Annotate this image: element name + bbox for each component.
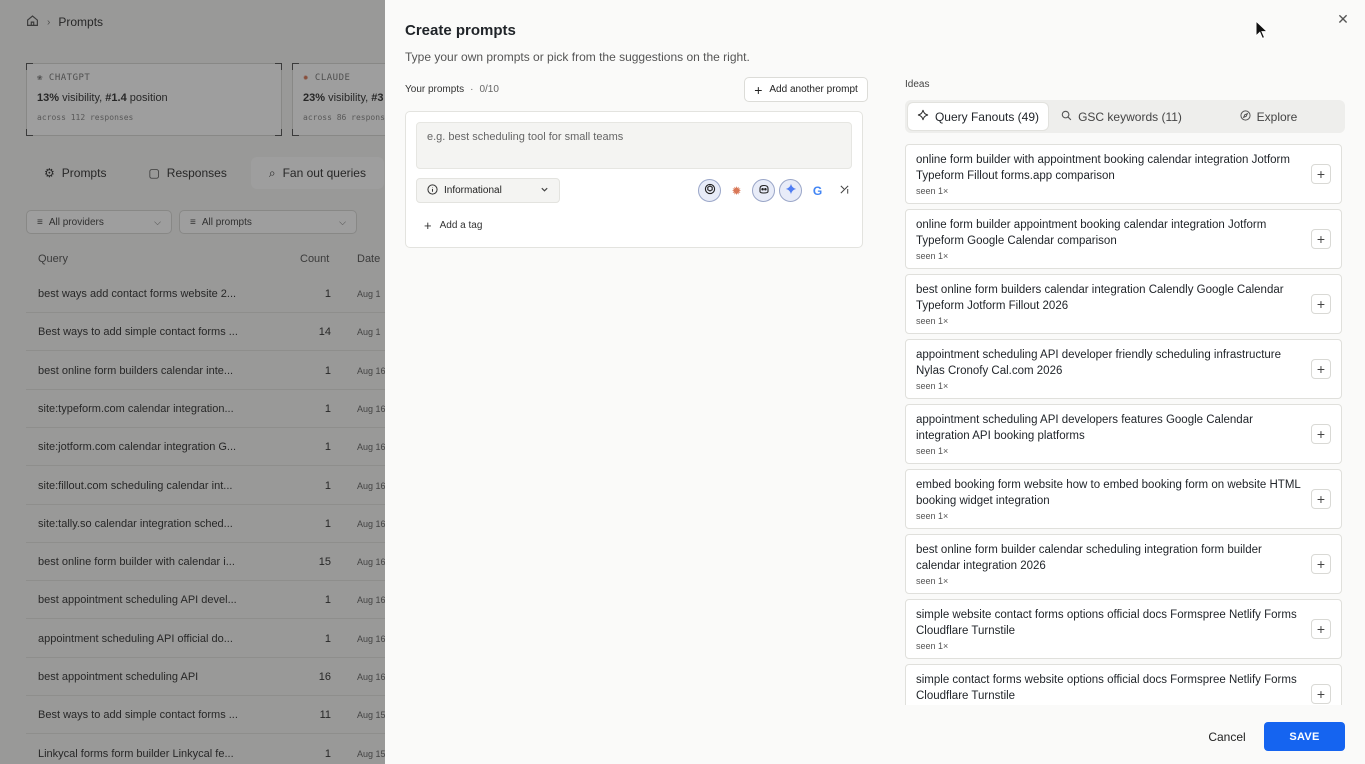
idea-card: simple contact forms website options off…: [905, 664, 1342, 705]
plus-icon: +: [1316, 296, 1326, 312]
tab-gsc-keywords[interactable]: GSC keywords (11): [1048, 103, 1195, 130]
add-another-prompt-button[interactable]: + Add another prompt: [744, 77, 868, 102]
drawer-title: Create prompts: [405, 22, 516, 39]
add-idea-button[interactable]: +: [1311, 424, 1331, 444]
idea-text: embed booking form website how to embed …: [916, 479, 1301, 507]
idea-text: simple website contact forms options off…: [916, 609, 1297, 637]
search-icon: [1061, 110, 1072, 124]
mouse-cursor-icon: [1255, 20, 1269, 40]
idea-card: online form builder with appointment boo…: [905, 144, 1342, 204]
grok-icon: [839, 184, 850, 198]
prompt-input[interactable]: [416, 122, 852, 169]
add-idea-button[interactable]: +: [1311, 229, 1331, 249]
add-idea-button[interactable]: +: [1311, 359, 1331, 379]
add-tag-button[interactable]: + Add a tag: [424, 218, 482, 233]
idea-text: best online form builder calendar schedu…: [916, 544, 1262, 572]
plus-icon: +: [1316, 686, 1326, 702]
idea-text: online form builder appointment booking …: [916, 219, 1267, 247]
idea-card: simple website contact forms options off…: [905, 599, 1342, 659]
provider-toggle-google[interactable]: G: [806, 179, 829, 202]
intent-select[interactable]: Informational: [416, 178, 560, 203]
idea-seen-count: seen 1×: [916, 316, 949, 326]
plus-icon: +: [1316, 556, 1326, 572]
chevron-down-icon: [540, 185, 549, 197]
idea-text: simple contact forms website options off…: [916, 674, 1297, 702]
sparkle-icon: [917, 109, 929, 124]
chatgpt-icon: [704, 183, 716, 198]
add-idea-button[interactable]: +: [1311, 294, 1331, 314]
create-prompts-drawer: ✕ Create prompts Type your own prompts o…: [385, 0, 1365, 764]
ideas-label: Ideas: [905, 79, 930, 90]
prompt-card: Informational ✹ G: [405, 111, 863, 248]
idea-card: appointment scheduling API developer fri…: [905, 339, 1342, 399]
provider-toggle-chatgpt[interactable]: [698, 179, 721, 202]
add-idea-button[interactable]: +: [1311, 164, 1331, 184]
idea-card: best online form builders calendar integ…: [905, 274, 1342, 334]
info-icon: [427, 183, 438, 198]
idea-seen-count: seen 1×: [916, 641, 949, 651]
plus-icon: +: [1316, 426, 1326, 442]
drawer-subtitle: Type your own prompts or pick from the s…: [405, 50, 750, 64]
prompt-count: 0/10: [479, 84, 499, 95]
idea-text: appointment scheduling API developers fe…: [916, 414, 1253, 442]
add-idea-button[interactable]: +: [1311, 684, 1331, 704]
provider-toggles: ✹ G: [698, 179, 856, 202]
idea-seen-count: seen 1×: [916, 381, 949, 391]
close-button[interactable]: ✕: [1335, 11, 1351, 27]
idea-text: appointment scheduling API developer fri…: [916, 349, 1282, 377]
plus-icon: +: [1316, 361, 1326, 377]
add-idea-button[interactable]: +: [1311, 554, 1331, 574]
add-idea-button[interactable]: +: [1311, 489, 1331, 509]
compass-icon: [1240, 109, 1251, 124]
provider-toggle-gemini[interactable]: [779, 179, 802, 202]
idea-text: best online form builders calendar integ…: [916, 284, 1284, 312]
claude-icon: ✹: [731, 183, 742, 198]
save-button[interactable]: SAVE: [1264, 722, 1345, 751]
provider-toggle-grok[interactable]: [833, 179, 856, 202]
google-icon: G: [812, 183, 823, 198]
idea-seen-count: seen 1×: [916, 251, 949, 261]
gemini-icon: [785, 183, 797, 198]
plus-icon: +: [754, 81, 763, 98]
intent-value: Informational: [444, 185, 502, 196]
close-icon: ✕: [1337, 11, 1349, 27]
idea-card: embed booking form website how to embed …: [905, 469, 1342, 529]
ideas-tabs: Query Fanouts (49) GSC keywords (11) Exp…: [905, 100, 1345, 133]
idea-seen-count: seen 1×: [916, 446, 949, 456]
idea-text: online form builder with appointment boo…: [916, 154, 1290, 182]
add-idea-button[interactable]: +: [1311, 619, 1331, 639]
provider-toggle-copilot[interactable]: [752, 179, 775, 202]
tab-query-fanouts[interactable]: Query Fanouts (49): [908, 103, 1048, 130]
idea-seen-count: seen 1×: [916, 186, 949, 196]
plus-icon: +: [1316, 166, 1326, 182]
idea-card: online form builder appointment booking …: [905, 209, 1342, 269]
tab-explore[interactable]: Explore: [1195, 103, 1342, 130]
idea-seen-count: seen 1×: [916, 511, 949, 521]
plus-icon: +: [1316, 491, 1326, 507]
plus-icon: +: [1316, 621, 1326, 637]
provider-toggle-claude[interactable]: ✹: [725, 179, 748, 202]
ideas-list: online form builder with appointment boo…: [905, 144, 1343, 705]
idea-card: appointment scheduling API developers fe…: [905, 404, 1342, 464]
your-prompts-label: Your prompts · 0/10: [405, 84, 499, 95]
copilot-icon: [758, 183, 770, 198]
idea-seen-count: seen 1×: [916, 576, 949, 586]
idea-card: best online form builder calendar schedu…: [905, 534, 1342, 594]
plus-icon: +: [1316, 231, 1326, 247]
modal-overlay[interactable]: [0, 0, 385, 764]
cancel-button[interactable]: Cancel: [1197, 723, 1257, 750]
plus-icon: +: [424, 218, 432, 233]
